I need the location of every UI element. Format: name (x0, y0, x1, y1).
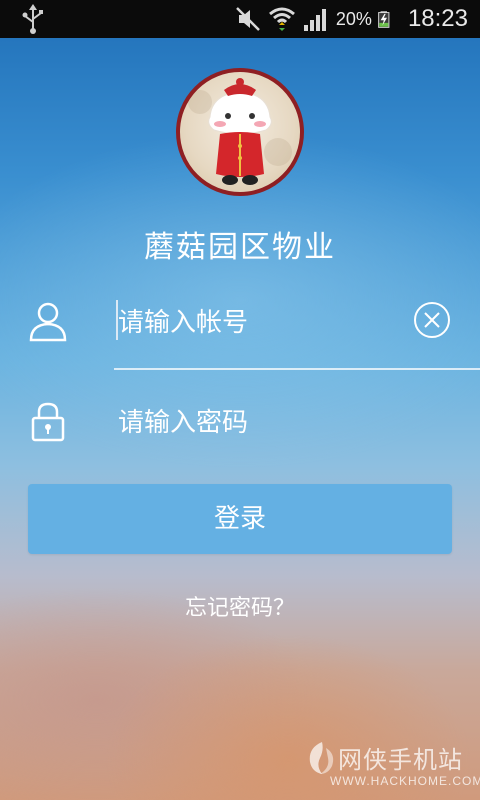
usb-icon (22, 4, 43, 34)
forgot-password-link[interactable]: 忘记密码？ (0, 590, 480, 622)
signal-icon (303, 9, 326, 31)
lock-icon (31, 402, 65, 442)
mascot-avatar (176, 68, 304, 196)
wifi-icon (268, 7, 295, 31)
username-divider (114, 368, 480, 370)
username-placeholder[interactable]: 请输入帐号 (118, 302, 248, 339)
status-bar: 20% 18:23 (0, 0, 480, 38)
battery-charging-icon (378, 11, 390, 28)
watermark-logo-icon (309, 742, 334, 774)
user-icon (29, 302, 67, 342)
clock: 18:23 (407, 5, 468, 32)
watermark-title: 网侠手机站 (338, 746, 463, 774)
login-button[interactable]: 登录 (28, 484, 452, 554)
clear-icon[interactable] (412, 300, 452, 340)
watermark: 网侠手机站 WWW.HACKHOME.COM (302, 738, 480, 794)
mascot-icon (188, 78, 292, 185)
password-field[interactable]: 请输入密码 (0, 386, 480, 456)
watermark-url: WWW.HACKHOME.COM (330, 774, 480, 788)
username-field[interactable]: 请输入帐号 (0, 286, 480, 356)
app-name: 蘑菇园区物业 (144, 230, 336, 265)
password-placeholder[interactable]: 请输入密码 (118, 402, 248, 439)
mute-icon (236, 7, 260, 31)
battery-percent: 20% (335, 8, 372, 29)
